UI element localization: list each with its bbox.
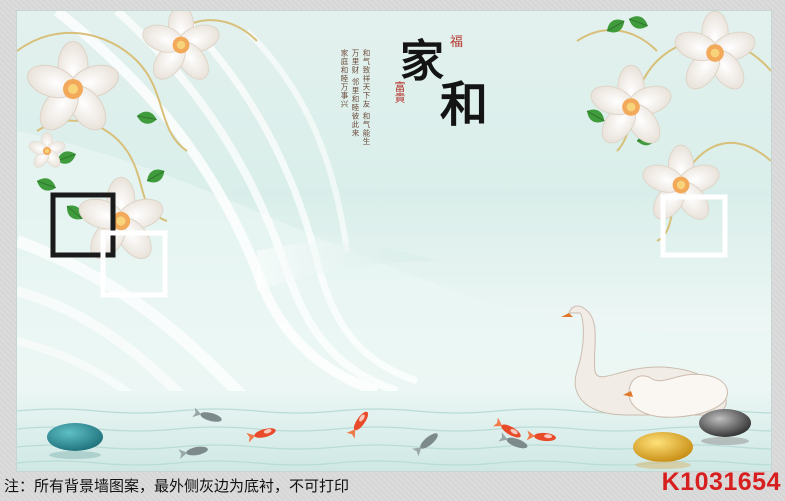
calligraphy-char-he: 和 (440, 77, 489, 133)
right-flower-cluster (583, 11, 760, 226)
seal-fu: 福 (450, 35, 464, 50)
calligraphy-title: 家 和 福 富貴 (382, 25, 502, 133)
calligraphy-char-jia: 家 (400, 36, 444, 87)
calligraphy-poem: 和气致祥天下友 和气能生万里财 邻里和睦彼此来 家庭和睦万事兴 (340, 49, 371, 146)
printing-note: 注：所有背景墙图案，最外侧灰边为底衬，不可打印 (4, 477, 350, 495)
seal-fugui: 富貴 (393, 81, 406, 103)
wall-mural-artwork: 家 和 福 富貴 和气致祥天下友 和气能生万里财 邻里和睦彼此来 家庭和睦万事兴 (16, 10, 772, 472)
product-code: K1031654 (661, 468, 781, 496)
